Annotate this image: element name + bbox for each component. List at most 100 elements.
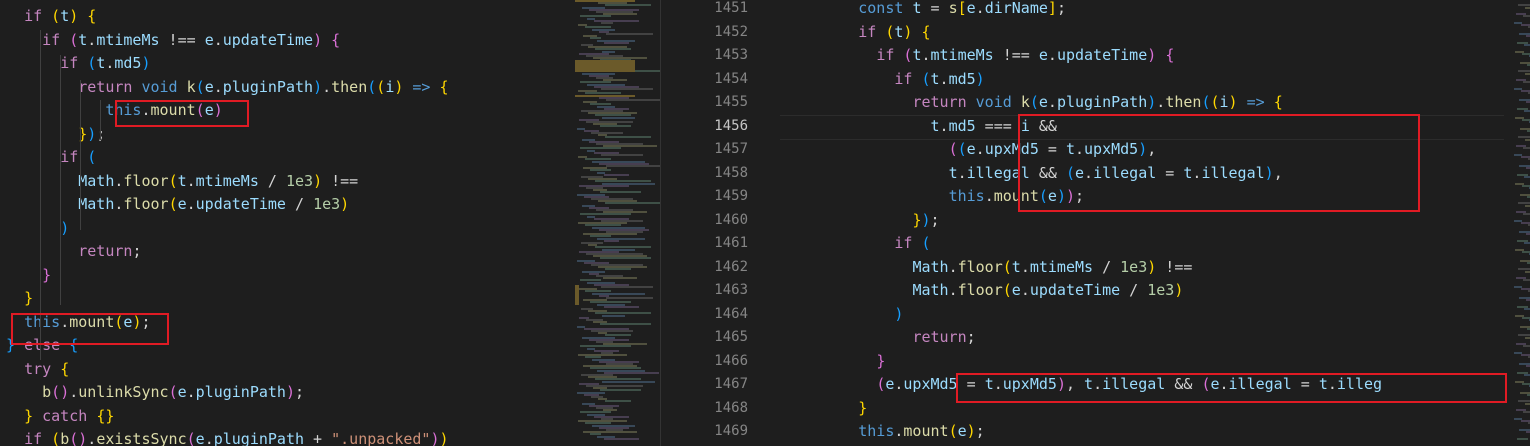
code-token: ] <box>1047 0 1057 17</box>
code-token: ) <box>141 54 151 72</box>
minimap-line <box>604 41 629 44</box>
code-token: mtimeMs <box>930 46 994 64</box>
code-token: ( <box>1029 93 1039 111</box>
code-token: {} <box>96 406 115 425</box>
minimap-line <box>605 268 631 271</box>
minimap-line <box>1525 138 1530 141</box>
code-token: ; <box>930 210 940 229</box>
code-token: k <box>1020 93 1030 111</box>
code-token: } <box>24 289 34 307</box>
minimap-marker <box>575 0 635 2</box>
code-token: !== <box>159 30 205 49</box>
code-token: ; <box>132 242 142 260</box>
line-number: 1452 <box>714 23 748 40</box>
code-token: ( <box>921 234 931 252</box>
minimap-line <box>1526 101 1530 104</box>
code-token: . <box>939 69 949 88</box>
code-token: . <box>984 187 994 205</box>
left-minimap[interactable] <box>575 0 660 446</box>
code-token: + <box>304 430 332 446</box>
line-number: 1451 <box>714 0 748 16</box>
code-token: / <box>1093 257 1121 276</box>
minimap-marker <box>575 95 635 97</box>
line-number: 1457 <box>714 141 748 157</box>
code-token: { <box>921 22 931 41</box>
minimap-line <box>606 33 653 35</box>
minimap-line <box>1524 110 1530 112</box>
right-code-line: if ( <box>780 232 1512 256</box>
code-token: ( <box>168 383 178 401</box>
code-token: e <box>966 140 976 158</box>
minimap-line <box>600 125 631 128</box>
code-token: ) <box>1147 46 1157 64</box>
code-token: Math <box>78 195 115 213</box>
code-token: Math <box>78 171 115 190</box>
code-token: ) <box>1228 93 1238 111</box>
code-token: ( <box>168 195 178 213</box>
code-token: => <box>412 77 431 96</box>
code-token: 1e3 <box>1120 257 1148 276</box>
code-token: floor <box>123 171 169 190</box>
right-code-pane[interactable]: const t = s[e.dirName]; if (t) { if (t.m… <box>780 0 1512 446</box>
indent-guide <box>40 30 41 360</box>
line-number: 1466 <box>714 352 748 369</box>
code-token: { <box>1273 93 1283 111</box>
code-token: e <box>177 195 187 213</box>
code-token: { <box>1165 46 1175 64</box>
left-code-pane[interactable]: if (t) { if (t.mtimeMs !== e.updateTime)… <box>0 0 575 446</box>
left-code-line: if ( <box>0 146 575 170</box>
line-number: 1465 <box>714 329 748 345</box>
minimap-line <box>600 389 641 392</box>
code-token: floor <box>957 281 1003 299</box>
code-token: updateTime <box>1029 281 1121 299</box>
code-token: { <box>331 30 341 49</box>
code-token: updateTime <box>1056 46 1148 64</box>
minimap-line <box>606 297 653 299</box>
code-token: updateTime <box>222 30 314 49</box>
right-minimap[interactable] <box>1512 0 1530 446</box>
editor-divider <box>660 0 679 446</box>
code-token: e <box>1011 281 1021 299</box>
left-code-line: } <box>0 264 575 288</box>
code-token: . <box>213 77 223 96</box>
line-number: 1456 <box>714 117 748 134</box>
code-token: . <box>69 383 79 401</box>
minimap-line <box>1525 72 1530 75</box>
code-token: ) <box>966 422 976 440</box>
code-token: ) <box>430 430 440 446</box>
minimap-line <box>1525 6 1530 9</box>
left-code-line: return; <box>0 240 575 264</box>
minimap-line <box>1524 308 1530 310</box>
left-code-line: Math.floor(t.mtimeMs / 1e3) !== <box>0 170 575 194</box>
code-token: ) <box>975 69 985 88</box>
right-code-line: } <box>780 350 1512 374</box>
code-token: ) <box>69 7 79 25</box>
code-token: => <box>1246 93 1265 111</box>
code-token: ( <box>195 77 205 96</box>
code-token: ; <box>295 383 305 401</box>
minimap-line <box>600 323 651 326</box>
code-token: ( <box>51 7 61 25</box>
code-token: if <box>24 7 43 25</box>
left-code-line: ) <box>0 217 575 241</box>
minimap-line <box>1523 147 1530 150</box>
code-token: { <box>87 7 97 25</box>
code-token: ( <box>921 69 931 88</box>
line-number: 1469 <box>714 423 748 439</box>
code-token: ( <box>367 77 377 96</box>
code-token: ( <box>87 54 97 72</box>
code-token: ( <box>186 430 196 446</box>
code-token: dirName <box>984 0 1048 17</box>
code-token: if <box>894 234 913 252</box>
